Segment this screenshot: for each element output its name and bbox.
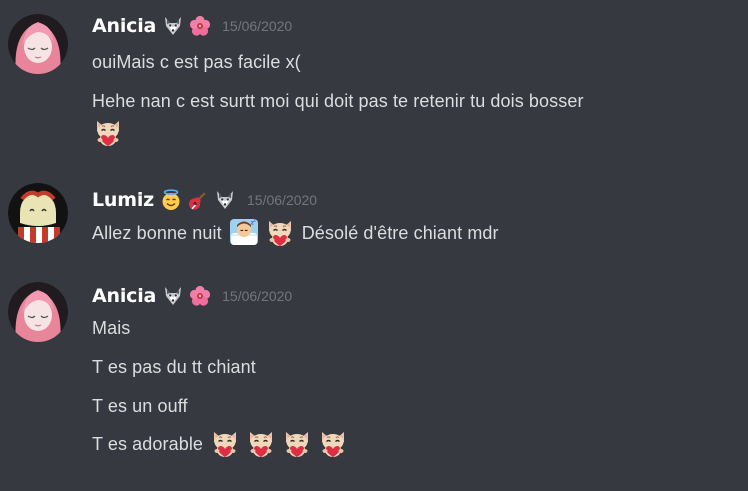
cat-heart-emoji-icon[interactable]: [92, 117, 124, 149]
halo-smile-badge-icon: [160, 189, 182, 211]
cat-heart-emoji-icon[interactable]: [317, 428, 349, 460]
message-line: T es pas du tt chiant: [92, 357, 256, 377]
cat-heart-emoji-icon[interactable]: [264, 217, 296, 249]
username[interactable]: Lumiz: [92, 189, 154, 211]
avatar[interactable]: [8, 282, 68, 342]
message-text: T es adorable: [92, 434, 204, 454]
avatar[interactable]: [8, 14, 68, 74]
timestamp[interactable]: 15/06/2020: [222, 18, 292, 34]
avatar-anicia-image: [8, 282, 68, 342]
wolf-badge-icon: [162, 15, 184, 37]
timestamp[interactable]: 15/06/2020: [247, 192, 317, 208]
guitar-badge-icon: [187, 189, 209, 211]
username[interactable]: Anicia: [92, 15, 156, 37]
wolf-badge-icon: [214, 189, 236, 211]
cat-heart-emoji-icon[interactable]: [245, 428, 277, 460]
message-line: T es adorable: [92, 428, 351, 460]
message-line: Hehe nan c est surtt moi qui doit pas te…: [92, 91, 584, 111]
cat-heart-emoji-icon[interactable]: [281, 428, 313, 460]
message-line: Mais: [92, 318, 131, 338]
cat-heart-emoji-icon[interactable]: [209, 428, 241, 460]
message-line: T es un ouff: [92, 396, 188, 416]
avatar-lumiz-image: [8, 183, 68, 243]
hibiscus-badge-icon: [189, 285, 211, 307]
message-line: Allez bonne nuit Désolé d'être chiant md…: [92, 217, 499, 249]
hibiscus-badge-icon: [189, 15, 211, 37]
avatar[interactable]: [8, 183, 68, 243]
username[interactable]: Anicia: [92, 285, 156, 307]
message-line: ouiMais c est pas facile x(: [92, 52, 301, 72]
sleeping-emoji-icon[interactable]: [228, 217, 260, 249]
wolf-badge-icon: [162, 285, 184, 307]
timestamp[interactable]: 15/06/2020: [222, 288, 292, 304]
message-text: Désolé d'être chiant mdr: [301, 223, 499, 243]
avatar-anicia-image: [8, 14, 68, 74]
message-text: Allez bonne nuit: [92, 223, 222, 243]
